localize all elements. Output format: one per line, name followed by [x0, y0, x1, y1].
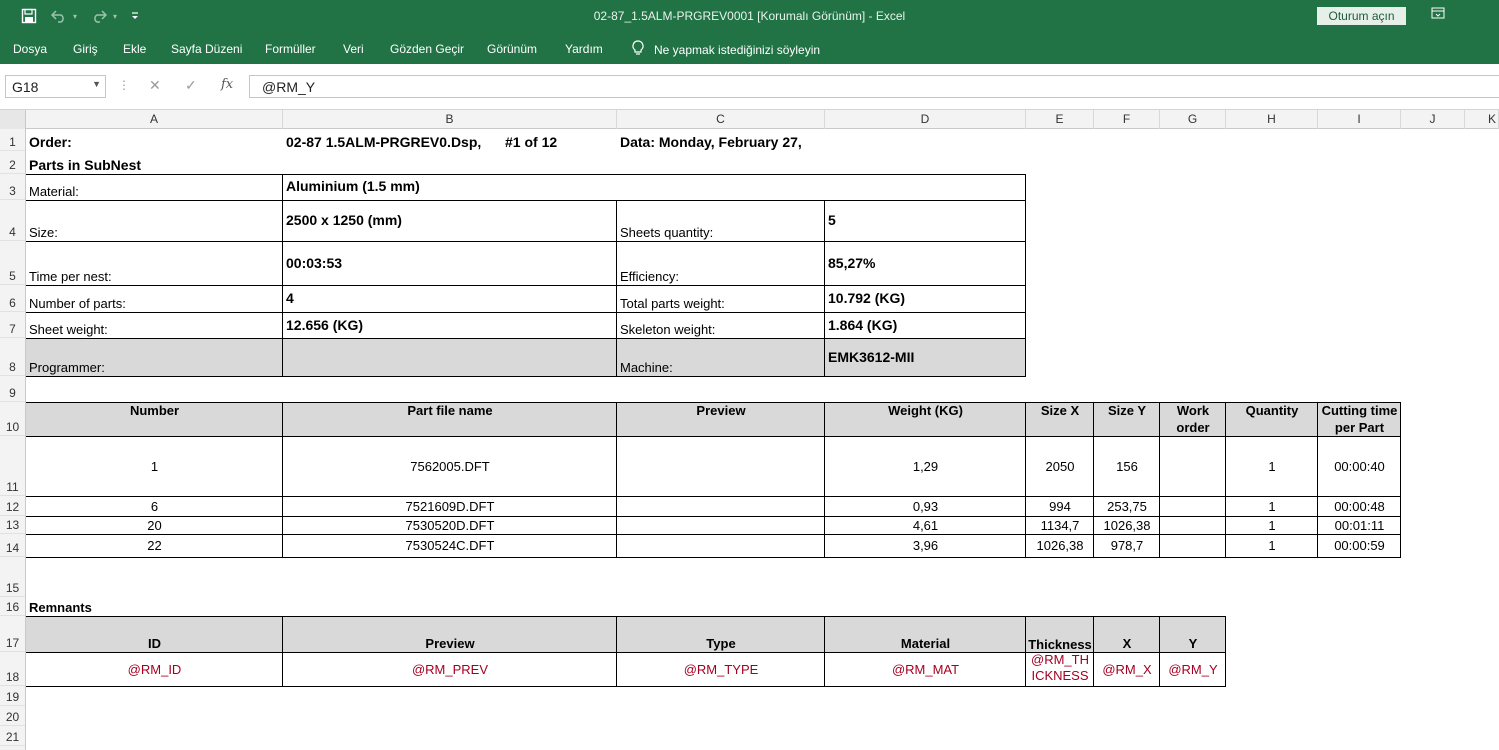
table-cell[interactable]: 7530520D.DFT: [283, 516, 617, 534]
skeleton-weight-value[interactable]: 1.864 (KG): [825, 312, 1026, 338]
table-cell[interactable]: [1160, 534, 1226, 557]
sheet-weight-label[interactable]: Sheet weight:: [26, 312, 283, 338]
parts-header-work-order[interactable]: Work order: [1160, 402, 1226, 436]
table-cell[interactable]: [1160, 496, 1226, 516]
machine-value[interactable]: EMK3612-MII: [825, 338, 1026, 376]
table-cell[interactable]: 7530524C.DFT: [283, 534, 617, 557]
parts-header-size-y[interactable]: Size Y: [1094, 402, 1160, 436]
remnants-header-id[interactable]: ID: [26, 616, 283, 652]
programmer-label[interactable]: Programmer:: [26, 338, 283, 376]
table-cell[interactable]: 253,75: [1094, 496, 1160, 516]
table-cell[interactable]: 156: [1094, 436, 1160, 496]
number-of-parts-value[interactable]: 4: [283, 285, 617, 312]
table-cell[interactable]: 1: [1226, 496, 1318, 516]
table-cell[interactable]: 7562005.DFT: [283, 436, 617, 496]
report-date[interactable]: Data: Monday, February 27,: [617, 129, 917, 151]
total-parts-weight-label[interactable]: Total parts weight:: [617, 285, 825, 312]
parts-header-weight[interactable]: Weight (KG): [825, 402, 1026, 436]
table-cell[interactable]: 1: [1226, 534, 1318, 557]
table-cell[interactable]: 1,29: [825, 436, 1026, 496]
table-cell[interactable]: 7521609D.DFT: [283, 496, 617, 516]
table-cell[interactable]: [617, 516, 825, 534]
table-cell[interactable]: 978,7: [1094, 534, 1160, 557]
table-cell[interactable]: 20: [26, 516, 283, 534]
table-cell[interactable]: 0,93: [825, 496, 1026, 516]
material-label[interactable]: Material:: [26, 174, 283, 200]
remnant-material-cell[interactable]: @RM_MAT: [825, 652, 1026, 686]
efficiency-value[interactable]: 85,27%: [825, 241, 1026, 285]
sheet-weight-value[interactable]: 12.656 (KG): [283, 312, 617, 338]
table-cell[interactable]: 00:00:59: [1318, 534, 1401, 557]
remnants-header-preview[interactable]: Preview: [283, 616, 617, 652]
total-parts-weight-value[interactable]: 10.792 (KG): [825, 285, 1026, 312]
sheets-quantity-label[interactable]: Sheets quantity:: [617, 200, 825, 241]
parts-header-preview[interactable]: Preview: [617, 402, 825, 436]
remnants-header-thickness[interactable]: Thickness: [1026, 616, 1094, 652]
table-cell[interactable]: 1: [1226, 516, 1318, 534]
size-value[interactable]: 2500 x 1250 (mm): [283, 200, 617, 241]
size-label[interactable]: Size:: [26, 200, 283, 241]
time-per-nest-label[interactable]: Time per nest:: [26, 241, 283, 285]
parts-header-size-x[interactable]: Size X: [1026, 402, 1094, 436]
parts-header-cutting-time[interactable]: Cutting time per Part: [1318, 402, 1401, 436]
remnants-header-type[interactable]: Type: [617, 616, 825, 652]
skeleton-weight-label[interactable]: Skeleton weight:: [617, 312, 825, 338]
table-cell[interactable]: [1160, 436, 1226, 496]
table-cell[interactable]: 1026,38: [1094, 516, 1160, 534]
time-per-nest-value[interactable]: 00:03:53: [283, 241, 617, 285]
order-label[interactable]: Order:: [26, 129, 283, 151]
parts-in-subnest-title[interactable]: Parts in SubNest: [26, 151, 283, 174]
table-cell[interactable]: 00:00:40: [1318, 436, 1401, 496]
table-cell[interactable]: 6: [26, 496, 283, 516]
table-cell[interactable]: 2050: [1026, 436, 1094, 496]
table-cell[interactable]: 00:01:11: [1318, 516, 1401, 534]
remnant-preview-cell[interactable]: @RM_PREV: [283, 652, 617, 686]
sheets-quantity-value[interactable]: 5: [825, 200, 1026, 241]
remnants-header-y[interactable]: Y: [1160, 616, 1226, 652]
table-cell[interactable]: 1: [26, 436, 283, 496]
remnants-header-x[interactable]: X: [1094, 616, 1160, 652]
programmer-value[interactable]: [283, 338, 617, 376]
remnant-type-cell[interactable]: @RM_TYPE: [617, 652, 825, 686]
parts-header-file-name[interactable]: Part file name: [283, 402, 617, 436]
material-value[interactable]: Aluminium (1.5 mm): [283, 174, 1025, 200]
parts-header-number[interactable]: Number: [26, 402, 283, 436]
table-cell[interactable]: 1: [1226, 436, 1318, 496]
remnants-header-material[interactable]: Material: [825, 616, 1026, 652]
table-cell[interactable]: 1026,38: [1026, 534, 1094, 557]
number-of-parts-label[interactable]: Number of parts:: [26, 285, 283, 312]
table-cell[interactable]: [617, 534, 825, 557]
remnant-x-cell[interactable]: @RM_X: [1094, 652, 1160, 686]
table-cell[interactable]: 3,96: [825, 534, 1026, 557]
table-cell[interactable]: [1160, 516, 1226, 534]
order-value[interactable]: 02-87 1.5ALM-PRGREV0.Dsp,: [283, 129, 498, 151]
excel-window: ▾ ▾ 02-87_1.5ALM-PRGREV0001 [Korumalı Gö…: [0, 0, 1499, 750]
efficiency-label[interactable]: Efficiency:: [617, 241, 825, 285]
worksheet-grid: Order: 02-87 1.5ALM-PRGREV0.Dsp, #1 of 1…: [0, 0, 1499, 750]
table-cell[interactable]: 994: [1026, 496, 1094, 516]
remnant-id-cell[interactable]: @RM_ID: [26, 652, 283, 686]
parts-header-quantity[interactable]: Quantity: [1226, 402, 1318, 436]
remnant-y-cell[interactable]: @RM_Y: [1160, 652, 1226, 686]
table-cell[interactable]: 1134,7: [1026, 516, 1094, 534]
remnants-title[interactable]: Remnants: [26, 597, 283, 616]
table-cell[interactable]: [617, 496, 825, 516]
table-cell[interactable]: [617, 436, 825, 496]
remnant-thickness-cell[interactable]: @RM_THICKNESS: [1026, 652, 1094, 686]
sheet-count[interactable]: #1 of 12: [502, 129, 617, 151]
table-cell[interactable]: 22: [26, 534, 283, 557]
table-cell[interactable]: 4,61: [825, 516, 1026, 534]
machine-label[interactable]: Machine:: [617, 338, 825, 376]
table-cell[interactable]: 00:00:48: [1318, 496, 1401, 516]
